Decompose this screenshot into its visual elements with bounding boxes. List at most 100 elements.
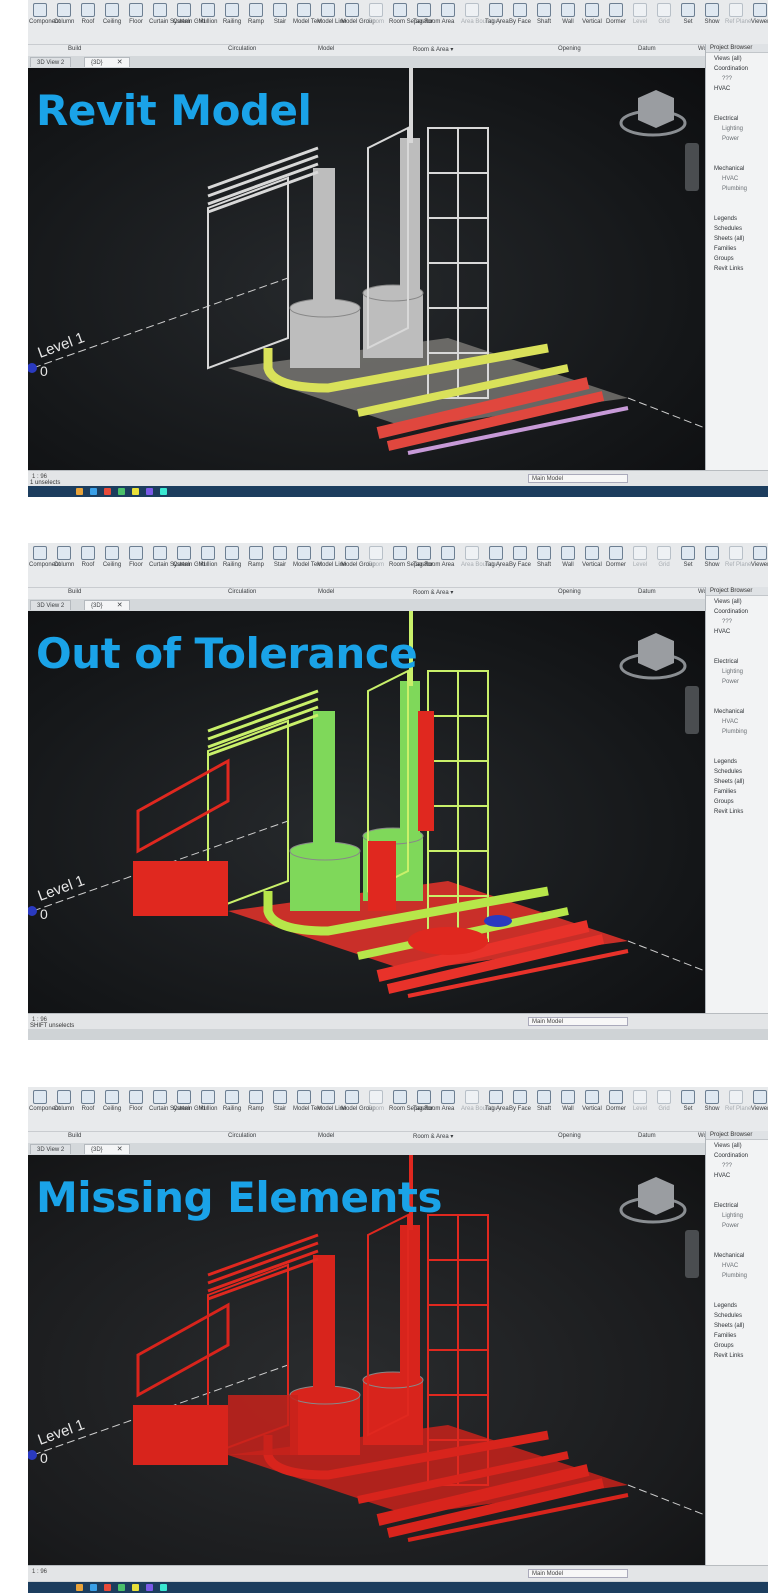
ribbon-tool-grid[interactable]: Grid [653,0,675,26]
ribbon-tool-ceiling[interactable]: Ceiling [101,0,123,26]
ribbon-tool-dormer[interactable]: Dormer [605,0,627,26]
ribbon-tool-railing[interactable]: Railing [221,1087,243,1113]
ribbon-tool-model-text[interactable]: Model Text [293,1087,322,1113]
viewcube-icon[interactable] [619,1177,687,1224]
browser-item[interactable]: Groups [706,255,768,263]
ribbon-tool-area-boundary[interactable]: Area Boundary [461,0,501,26]
ribbon-tool-model-text[interactable]: Model Text [293,0,322,26]
browser-item[interactable]: Coordination [706,65,768,73]
browser-item[interactable]: Schedules [706,1312,768,1320]
browser-item[interactable]: Coordination [706,1152,768,1160]
ribbon-tool-area-boundary[interactable]: Area Boundary [461,543,501,569]
ribbon-tool-grid[interactable]: Grid [653,543,675,569]
ribbon-tool-railing[interactable]: Railing [221,0,243,26]
browser-item[interactable]: Electrical [706,115,768,123]
ribbon-tool-ref-plane[interactable]: Ref Plane [725,1087,751,1113]
navigation-bar[interactable] [685,143,699,191]
browser-item[interactable]: Power [706,135,768,143]
ribbon-tool-level[interactable]: Level [629,1087,651,1113]
browser-item[interactable]: HVAC [706,85,768,93]
ribbon-tool-viewer[interactable]: Viewer [749,543,768,569]
ribbon-tool-curtain-system[interactable]: Curtain System [149,543,190,569]
ribbon-tool-vertical[interactable]: Vertical [581,543,603,569]
ribbon-tool-curtain-system[interactable]: Curtain System [149,1087,190,1113]
3d-viewport[interactable]: Level 1 0 Missing Elements [28,1155,705,1565]
ribbon-tool-stair[interactable]: Stair [269,543,291,569]
ribbon-tool-curtain-grid[interactable]: Curtain Grid [173,0,205,26]
ribbon-tool-tag-room[interactable]: Tag Room [413,1087,440,1113]
browser-item[interactable]: Electrical [706,1202,768,1210]
browser-item[interactable]: Lighting [706,1212,768,1220]
taskbar-app-icon[interactable] [90,1584,97,1591]
ribbon-tool-stair[interactable]: Stair [269,1087,291,1113]
view-tab-3d-view-2[interactable]: 3D View 2 [30,57,72,67]
ribbon-tool-mullion[interactable]: Mullion [197,0,219,26]
ribbon-tool-area[interactable]: Area [437,0,459,26]
taskbar-app-icon[interactable] [76,488,83,495]
ribbon-tool-area[interactable]: Area [437,1087,459,1113]
ribbon-tool-floor[interactable]: Floor [125,0,147,26]
viewcube-icon[interactable] [619,90,687,137]
ribbon-tool-component[interactable]: Component [29,543,60,569]
ribbon-tool-model-group[interactable]: Model Group [341,543,376,569]
level-head-icon[interactable] [28,906,37,916]
ribbon-tool-room[interactable]: Room [365,0,387,26]
browser-item[interactable]: Lighting [706,125,768,133]
ribbon-tool-roof[interactable]: Roof [77,543,99,569]
ribbon-tool-ceiling[interactable]: Ceiling [101,543,123,569]
browser-item[interactable]: Sheets (all) [706,778,768,786]
browser-item[interactable]: ??? [706,618,768,626]
ribbon-tool-model-line[interactable]: Model Line [317,1087,346,1113]
browser-item[interactable]: Mechanical [706,708,768,716]
ribbon-tool-model-group[interactable]: Model Group [341,0,376,26]
ribbon-tool-level[interactable]: Level [629,543,651,569]
ribbon-tool-show[interactable]: Show [701,0,723,26]
browser-item[interactable]: Mechanical [706,165,768,173]
close-tab-icon[interactable]: ✕ [117,602,123,609]
ribbon-tool-model-line[interactable]: Model Line [317,0,346,26]
taskbar-app-icon[interactable] [146,1584,153,1591]
taskbar-app-icon[interactable] [160,1584,167,1591]
browser-item[interactable]: Families [706,788,768,796]
browser-item[interactable]: Plumbing [706,185,768,193]
browser-item[interactable]: Views (all) [706,598,768,606]
browser-item[interactable]: Mechanical [706,1252,768,1260]
ribbon-tool-tag-area[interactable]: Tag Area [485,1087,509,1113]
ribbon-tool-room[interactable]: Room [365,1087,387,1113]
ribbon-tool-shaft[interactable]: Shaft [533,0,555,26]
ribbon-tool-vertical[interactable]: Vertical [581,1087,603,1113]
taskbar-app-icon[interactable] [160,488,167,495]
browser-item[interactable]: Families [706,1332,768,1340]
ribbon-tool-ref-plane[interactable]: Ref Plane [725,543,751,569]
ribbon-tool-model-group[interactable]: Model Group [341,1087,376,1113]
browser-item[interactable]: Revit Links [706,1352,768,1360]
ribbon-tool-railing[interactable]: Railing [221,543,243,569]
browser-item[interactable]: ??? [706,1162,768,1170]
browser-item[interactable]: Groups [706,798,768,806]
browser-item[interactable]: Revit Links [706,265,768,273]
ribbon-tool-floor[interactable]: Floor [125,1087,147,1113]
ribbon-tool-mullion[interactable]: Mullion [197,1087,219,1113]
ribbon-tool-set[interactable]: Set [677,0,699,26]
ribbon-tool-curtain-grid[interactable]: Curtain Grid [173,543,205,569]
ribbon-tool-tag-room[interactable]: Tag Room [413,0,440,26]
ribbon-tool-ramp[interactable]: Ramp [245,1087,267,1113]
browser-item[interactable]: HVAC [706,628,768,636]
ribbon-tool-shaft[interactable]: Shaft [533,543,555,569]
ribbon-tool-wall[interactable]: Wall [557,1087,579,1113]
ribbon-tool-level[interactable]: Level [629,0,651,26]
browser-item[interactable]: Power [706,1222,768,1230]
project-browser[interactable]: Project Browser Views (all) Coordination??… [705,1131,768,1565]
ribbon-tool-component[interactable]: Component [29,0,60,26]
ribbon-tool-ref-plane[interactable]: Ref Plane [725,0,751,26]
browser-item[interactable]: Schedules [706,225,768,233]
ribbon-tool-mullion[interactable]: Mullion [197,543,219,569]
taskbar-app-icon[interactable] [104,488,111,495]
taskbar-app-icon[interactable] [76,1584,83,1591]
browser-item[interactable]: Families [706,245,768,253]
taskbar-app-icon[interactable] [118,488,125,495]
navigation-bar[interactable] [685,686,699,734]
project-browser[interactable]: Project Browser Views (all) Coordination??… [705,587,768,1013]
ribbon-tool-curtain-grid[interactable]: Curtain Grid [173,1087,205,1113]
taskbar-app-icon[interactable] [132,488,139,495]
